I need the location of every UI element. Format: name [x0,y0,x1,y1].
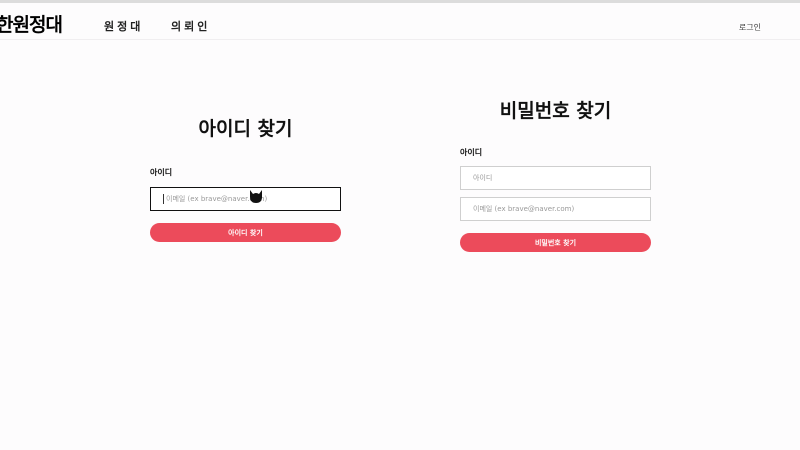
text-caret [163,194,164,204]
find-password-label: 아이디 [460,148,483,157]
site-logo[interactable]: 한원정대 [0,10,63,37]
find-id-email-input[interactable]: 이메일 (ex brave@naver.com) [150,187,341,211]
find-password-panel: 비밀번호 찾기 아이디 아이디 이메일 (ex brave@naver.com)… [460,96,651,252]
find-id-label: 아이디 [150,168,173,177]
find-password-id-input[interactable]: 아이디 [460,166,651,190]
find-password-button[interactable]: 비밀번호 찾기 [460,233,651,252]
login-link[interactable]: 로그인 [739,22,761,33]
find-password-email-input[interactable]: 이메일 (ex brave@naver.com) [460,197,651,221]
site-header: 한원정대 원정대 의뢰인 로그인 [0,3,800,40]
find-id-button[interactable]: 아이디 찾기 [150,223,341,242]
mouse-cursor-icon [250,190,262,203]
find-password-title: 비밀번호 찾기 [499,100,612,122]
find-id-panel: 아이디 찾기 아이디 이메일 (ex brave@naver.com) 아이디 … [150,110,341,242]
find-password-id-placeholder: 아이디 [473,174,493,182]
find-password-email-placeholder: 이메일 (ex brave@naver.com) [473,205,575,213]
nav-item-expedition[interactable]: 원정대 [104,18,143,34]
find-id-title: 아이디 찾기 [198,118,293,140]
nav-item-client[interactable]: 의뢰인 [171,18,210,34]
